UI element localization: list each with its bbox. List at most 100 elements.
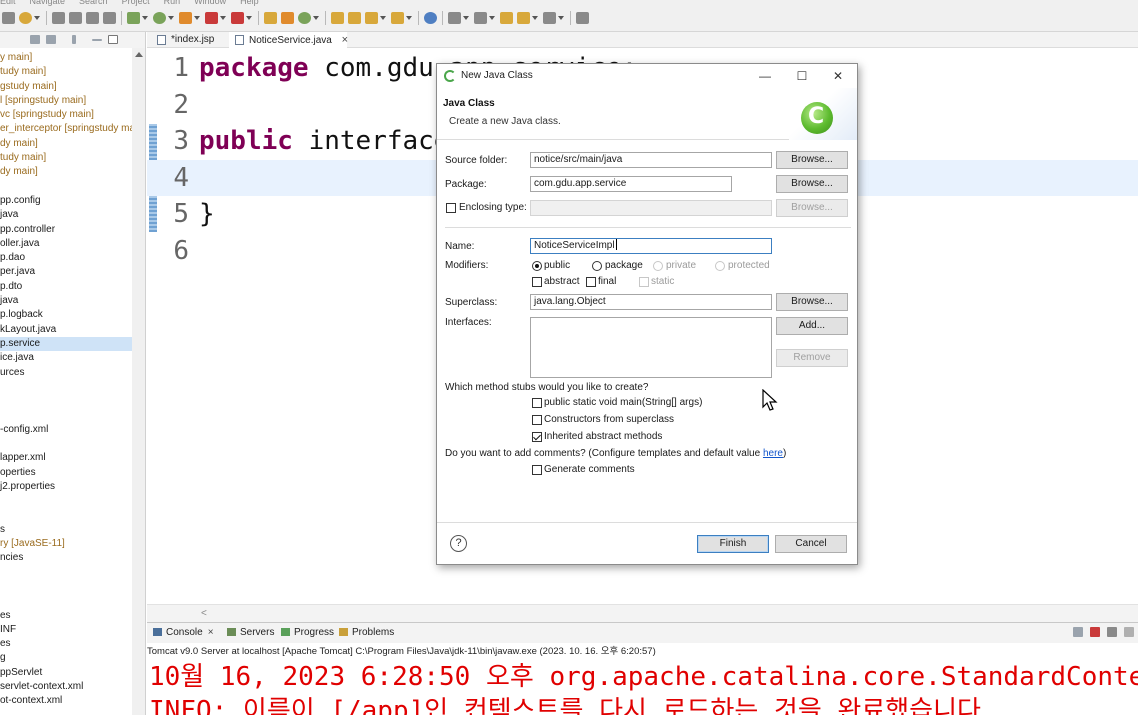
enclosing-type-checkbox[interactable]: [446, 203, 456, 213]
server-dropdown-icon[interactable]: [246, 16, 252, 20]
copy-icon[interactable]: [69, 12, 82, 24]
edit-icon[interactable]: [365, 12, 378, 24]
maximize-view-icon[interactable]: [108, 35, 118, 44]
menu-item[interactable]: Project: [122, 0, 150, 6]
tree-item[interactable]: ice.java: [0, 351, 132, 365]
name-input[interactable]: NoticeServiceImpl: [530, 238, 772, 254]
abstract-checkbox[interactable]: [532, 277, 542, 287]
prev-annotation-dropdown-icon[interactable]: [489, 16, 495, 20]
coverage-icon[interactable]: [179, 12, 192, 24]
browse-source-folder-button[interactable]: Browse...: [776, 151, 848, 169]
next-annotation-icon[interactable]: [448, 12, 461, 24]
inherited-methods-checkbox[interactable]: [532, 432, 542, 442]
open-type-icon[interactable]: [331, 12, 344, 24]
menu-item[interactable]: Edit: [0, 0, 16, 6]
new-java-class-icon[interactable]: [298, 12, 311, 24]
menu-item[interactable]: Search: [79, 0, 108, 6]
folder-icon[interactable]: [391, 12, 404, 24]
forward-icon[interactable]: [543, 12, 556, 24]
add-interface-button[interactable]: Add...: [776, 317, 848, 335]
tab-notice-service-java[interactable]: NoticeService.java ×: [229, 32, 348, 48]
pin-console-icon[interactable]: [1073, 627, 1083, 637]
debug-dropdown-icon[interactable]: [142, 16, 148, 20]
scroll-left-icon[interactable]: <: [201, 608, 207, 619]
configure-templates-link[interactable]: here: [763, 448, 783, 459]
browse-superclass-button[interactable]: Browse...: [776, 293, 848, 311]
paste-icon[interactable]: [86, 12, 99, 24]
prev-annotation-icon[interactable]: [474, 12, 487, 24]
tree-item[interactable]: [0, 437, 132, 451]
menu-item[interactable]: Help: [240, 0, 259, 6]
superclass-input[interactable]: java.lang.Object: [530, 294, 772, 310]
tab-index-jsp[interactable]: *index.jsp: [151, 32, 227, 48]
source-folder-input[interactable]: notice/src/main/java: [530, 152, 772, 168]
open-task-icon[interactable]: [348, 12, 361, 24]
edit-dropdown-icon[interactable]: [380, 16, 386, 20]
scroll-up-icon[interactable]: [135, 52, 143, 57]
collapse-all-icon[interactable]: [30, 35, 40, 44]
terminate-icon[interactable]: [1090, 627, 1100, 637]
tree-item[interactable]: dy main]: [0, 165, 132, 179]
tree-item[interactable]: p.service: [0, 336, 132, 352]
dialog-titlebar[interactable]: New Java Class — ☐ ✕: [437, 64, 857, 88]
public-radio[interactable]: [532, 261, 542, 271]
menu-item[interactable]: Window: [194, 0, 226, 6]
next-annotation-dropdown-icon[interactable]: [463, 16, 469, 20]
tree-item[interactable]: oller.java: [0, 237, 132, 251]
filter-icon[interactable]: [52, 12, 65, 24]
tree-item[interactable]: [0, 180, 132, 194]
tree-item[interactable]: ot-context.xml: [0, 694, 132, 708]
editor-horizontal-scrollbar[interactable]: <: [147, 604, 1138, 622]
tree-item[interactable]: gstudy main]: [0, 80, 132, 94]
tree-item[interactable]: pp.config: [0, 194, 132, 208]
tree-item[interactable]: [0, 580, 132, 594]
constructors-checkbox[interactable]: [532, 415, 542, 425]
package-input[interactable]: com.gdu.app.service: [530, 176, 732, 192]
tree-item[interactable]: p.dao: [0, 251, 132, 265]
tree-item[interactable]: ncies: [0, 551, 132, 565]
close-console-icon[interactable]: ×: [208, 627, 214, 638]
tree-item[interactable]: er_interceptor [springstudy ma: [0, 122, 132, 136]
tree-item[interactable]: s: [0, 523, 132, 537]
explorer-scrollbar[interactable]: [132, 48, 145, 715]
tab-problems[interactable]: Problems: [339, 627, 394, 638]
tree-item[interactable]: java: [0, 294, 132, 308]
minimize-icon[interactable]: —: [755, 68, 775, 84]
interfaces-list[interactable]: [530, 317, 772, 378]
new-dropdown-icon[interactable]: [34, 16, 40, 20]
forward-dropdown-icon[interactable]: [558, 16, 564, 20]
tree-item[interactable]: servlet-context.xml: [0, 680, 132, 694]
tree-item[interactable]: [0, 509, 132, 523]
tree-item[interactable]: ry [JavaSE-11]: [0, 537, 132, 551]
tree-item[interactable]: lapper.xml: [0, 451, 132, 465]
tree-item[interactable]: es: [0, 637, 132, 651]
tree-item[interactable]: kLayout.java: [0, 323, 132, 337]
menu-item[interactable]: Navigate: [30, 0, 66, 6]
cancel-button[interactable]: Cancel: [775, 535, 847, 553]
tree-item[interactable]: p.logback: [0, 308, 132, 322]
last-edit-icon[interactable]: [500, 12, 513, 24]
tree-item[interactable]: per.java: [0, 265, 132, 279]
finish-button[interactable]: Finish: [697, 535, 769, 553]
coverage-dropdown-icon[interactable]: [194, 16, 200, 20]
menu-item[interactable]: Run: [164, 0, 181, 6]
tree-item[interactable]: l [springstudy main]: [0, 94, 132, 108]
back-icon[interactable]: [517, 12, 530, 24]
new-class-dropdown-icon[interactable]: [313, 16, 319, 20]
help-icon[interactable]: ?: [450, 535, 467, 552]
back-dropdown-icon[interactable]: [532, 16, 538, 20]
remove-all-icon[interactable]: [1124, 627, 1134, 637]
tree-item[interactable]: [0, 594, 132, 608]
debug-icon[interactable]: [127, 12, 140, 24]
tree-item[interactable]: [0, 566, 132, 580]
remove-launch-icon[interactable]: [1107, 627, 1117, 637]
tab-progress[interactable]: Progress: [281, 627, 334, 638]
stop-dropdown-icon[interactable]: [220, 16, 226, 20]
format-icon[interactable]: [103, 12, 116, 24]
minimize-view-icon[interactable]: [92, 39, 102, 41]
run-dropdown-icon[interactable]: [168, 16, 174, 20]
generate-comments-checkbox[interactable]: [532, 465, 542, 475]
tree-item[interactable]: tudy main]: [0, 65, 132, 79]
tree-item[interactable]: [0, 380, 132, 394]
tree-item[interactable]: [0, 494, 132, 508]
